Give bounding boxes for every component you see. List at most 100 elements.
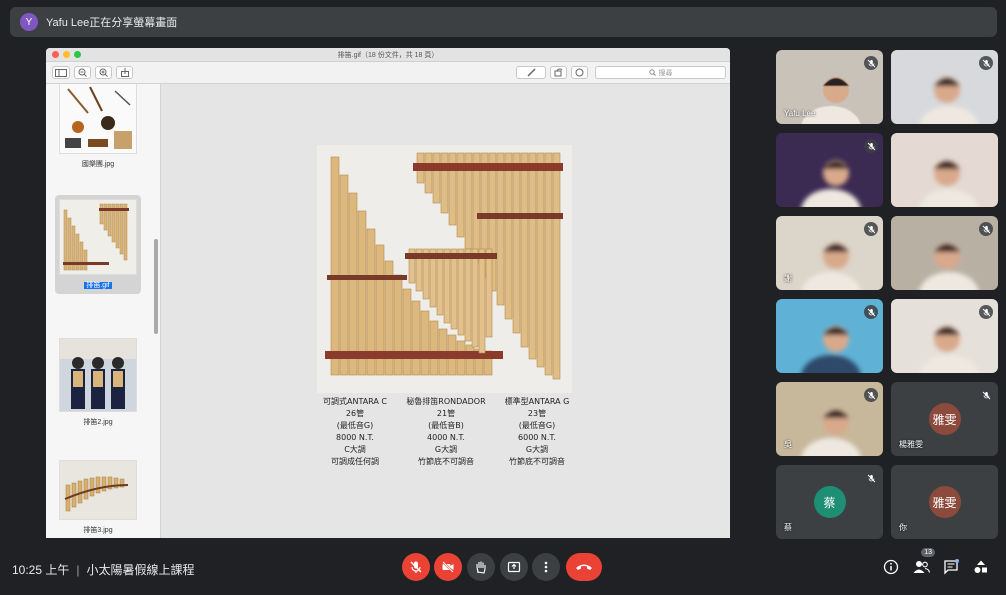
raise-hand-button[interactable]: [467, 553, 495, 581]
rotate-button[interactable]: [550, 66, 567, 79]
people-count-badge: 13: [921, 548, 935, 557]
participant-muted-indicator: [864, 471, 878, 485]
thumbnail-caption: 排笛2.jpg: [83, 419, 113, 426]
participant-name: 謝: [784, 274, 792, 283]
caption-line: G大調: [525, 445, 549, 454]
participant-tile[interactable]: 雅雯 楊雅雯: [891, 382, 998, 456]
leave-call-button[interactable]: [566, 553, 602, 581]
zoom-in-button[interactable]: [95, 66, 112, 79]
thumbnail-item[interactable]: 國樂團.jpg: [55, 84, 141, 169]
caption-line: G大調: [434, 445, 458, 454]
caption-line: 可調式ANTARA C: [322, 397, 388, 406]
participant-muted-indicator: [979, 305, 993, 319]
people-button[interactable]: 13: [910, 548, 935, 578]
meeting-title: 小太陽暑假線上課程: [86, 563, 195, 577]
camera-toggle-button[interactable]: [434, 553, 462, 581]
mic-off-icon: [982, 225, 990, 233]
thumbnail-caption: 排笛3.jpg: [83, 527, 113, 534]
participant-name: 蔡: [784, 523, 792, 532]
zoom-out-button[interactable]: [74, 66, 91, 79]
participant-tile[interactable]: 謝: [776, 216, 883, 290]
clock-time: 10:25 上午: [12, 563, 70, 577]
preview-search-field[interactable]: 搜尋: [595, 66, 726, 79]
meeting-control-bar: 10:25 上午 | 小太陽暑假線上課程 13: [0, 540, 1006, 595]
meeting-details-button[interactable]: [880, 556, 902, 578]
thumbnail-sidebar: 國樂團.jpg 排笛.gif 排笛2.jpg 排笛3.jpg: [46, 84, 161, 538]
participant-tile[interactable]: 蔡蔡: [776, 465, 883, 539]
panflute-curved-picture: [60, 461, 136, 519]
sidebar-toggle-button[interactable]: [52, 66, 70, 79]
presenting-banner: Y Yafu Lee正在分享螢幕畫面: [10, 7, 997, 37]
raise-hand-icon: [476, 561, 486, 574]
thumbnail-image: [59, 460, 137, 520]
participant-muted-indicator: [864, 305, 878, 319]
search-placeholder: 搜尋: [658, 69, 673, 77]
thumbnail-item-selected[interactable]: 排笛.gif: [55, 195, 141, 294]
participant-name: 你: [899, 523, 907, 532]
meeting-info: 10:25 上午 | 小太陽暑假線上課程: [12, 561, 195, 578]
thumbnail-image: [59, 338, 137, 412]
thumbnail-item[interactable]: 排笛2.jpg: [55, 338, 141, 427]
caption-antara-g: 標準型ANTARA G 23管 (最低音G) 6000 N.T. G大調 竹節底…: [493, 396, 581, 468]
participant-tile[interactable]: [776, 299, 883, 373]
thumbnail-item[interactable]: 排笛3.jpg: [55, 460, 141, 535]
thumbnail-image: [59, 84, 137, 154]
present-now-button[interactable]: [500, 553, 528, 581]
participant-tile[interactable]: [891, 299, 998, 373]
participant-tile[interactable]: 吳: [776, 382, 883, 456]
preview-titlebar: 排笛.gif（18 份文件，共 18 頁）: [46, 48, 730, 62]
caption-line: (最低音G): [518, 421, 556, 430]
caption-line: (最低音G): [336, 421, 374, 430]
participant-tile[interactable]: [891, 216, 998, 290]
share-button[interactable]: [116, 66, 133, 79]
participant-name: 楊雅雯: [899, 440, 923, 449]
caption-line: 4000 N.T.: [427, 433, 465, 442]
mic-off-icon: [982, 59, 990, 67]
presenting-text: Yafu Lee正在分享螢幕畫面: [46, 17, 178, 29]
preview-toolbar: 搜尋: [46, 62, 730, 84]
more-options-button[interactable]: [532, 553, 560, 581]
zoom-in-icon: [99, 68, 108, 77]
pen-icon: [526, 68, 536, 77]
thumbnail-image: [59, 199, 137, 275]
performers-picture: [60, 339, 136, 411]
caption-line: 秘魯排笛RONDADOR: [406, 397, 486, 406]
caption-line: 標準型ANTARA G: [504, 397, 570, 406]
caption-line: 23管: [527, 409, 547, 418]
caption-rondador: 秘魯排笛RONDADOR 21管 (最低音B) 4000 N.T. G大調 竹節…: [402, 396, 490, 468]
participant-avatar: 雅雯: [928, 486, 961, 518]
instruments-picture: [60, 84, 136, 153]
participant-avatar: 蔡: [813, 486, 846, 518]
shared-screen: 排笛.gif（18 份文件，共 18 頁） 搜尋 國樂團.jpg 排笛.gif …: [46, 48, 730, 538]
caption-line: 竹節底不可調音: [509, 457, 565, 466]
mic-off-icon: [867, 391, 875, 399]
zoom-out-icon: [78, 68, 87, 77]
sidebar-icon: [55, 68, 67, 77]
chat-icon: [944, 559, 959, 575]
sidebar-scrollbar[interactable]: [154, 239, 158, 334]
participant-muted-indicator: [979, 388, 993, 402]
participant-tile[interactable]: [891, 133, 998, 207]
panflutes-picture: [317, 145, 572, 393]
participant-tile[interactable]: [776, 133, 883, 207]
participant-muted-indicator: [864, 222, 878, 236]
participant-tile[interactable]: [891, 50, 998, 124]
mic-off-icon: [867, 225, 875, 233]
panflutes-photo: [317, 145, 572, 393]
mic-off-icon: [867, 142, 875, 150]
search-icon: [648, 69, 656, 76]
annotate-button[interactable]: [571, 66, 588, 79]
caption-antara-c: 可調式ANTARA C 26管 (最低音G) 8000 N.T. C大調 可調成…: [311, 396, 399, 468]
participant-muted-indicator: [979, 56, 993, 70]
rotate-icon: [554, 68, 563, 77]
participant-name: 吳: [784, 440, 792, 449]
caption-line: 26管: [345, 409, 365, 418]
activities-button[interactable]: [970, 556, 992, 578]
markup-button[interactable]: [516, 66, 546, 79]
mic-toggle-button[interactable]: [402, 553, 430, 581]
chat-button[interactable]: [940, 556, 962, 578]
camera-off-icon: [442, 561, 454, 573]
divider: |: [76, 563, 80, 577]
participant-tile[interactable]: Yafu Lee: [776, 50, 883, 124]
participant-tile[interactable]: 雅雯你: [891, 465, 998, 539]
